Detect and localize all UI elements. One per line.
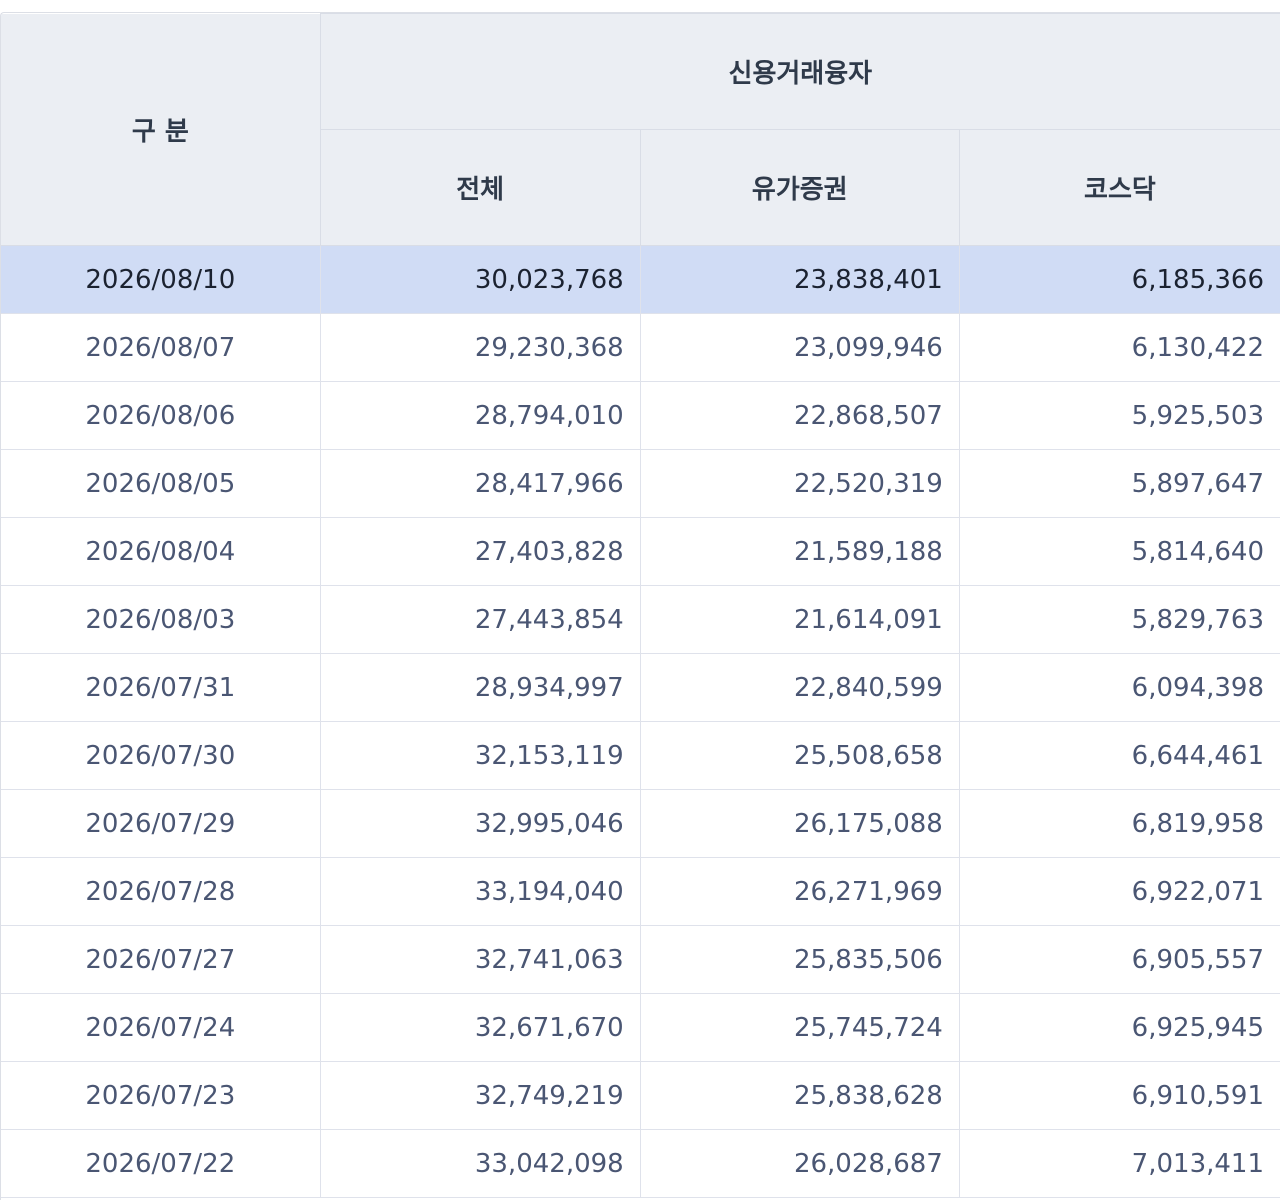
- kospi-cell: 21,614,091: [639, 585, 960, 654]
- kosdaq-cell: 5,814,640: [958, 517, 1280, 586]
- table-row[interactable]: 2026/07/27 32,741,063 25,835,506 6,905,557: [1, 925, 1280, 994]
- date-cell: 2026/08/10: [1, 245, 321, 314]
- table-body: 2026/08/10 30,023,768 23,838,401 6,185,366 2…: [1, 245, 1280, 1198]
- date-cell: 2026/07/23: [1, 1061, 321, 1130]
- column-header-total: 전체: [319, 129, 641, 246]
- total-cell: 32,741,063: [319, 925, 641, 994]
- kospi-cell: 26,175,088: [639, 789, 960, 858]
- date-cell: 2026/07/31: [1, 653, 321, 722]
- total-cell: 33,194,040: [319, 857, 641, 926]
- table-row[interactable]: 2026/07/31 28,934,997 22,840,599 6,094,398: [1, 653, 1280, 722]
- kosdaq-cell: 6,910,591: [958, 1061, 1280, 1130]
- table-row[interactable]: 2026/07/23 32,749,219 25,838,628 6,910,591: [1, 1061, 1280, 1130]
- kospi-cell: 26,271,969: [639, 857, 960, 926]
- kospi-cell: 25,838,628: [639, 1061, 960, 1130]
- column-header-kospi: 유가증권: [639, 129, 960, 246]
- kospi-cell: 22,520,319: [639, 449, 960, 518]
- table-header: 구 분 신용거래융자 전체 유가증권 코스닥: [1, 13, 1280, 246]
- kospi-cell: 23,099,946: [639, 313, 960, 382]
- table-row[interactable]: 2026/08/10 30,023,768 23,838,401 6,185,366: [1, 245, 1280, 314]
- kosdaq-cell: 5,829,763: [958, 585, 1280, 654]
- row-label-header: 구 분: [1, 13, 321, 246]
- kospi-cell: 25,745,724: [639, 993, 960, 1062]
- table-row[interactable]: 2026/08/05 28,417,966 22,520,319 5,897,647: [1, 449, 1280, 518]
- credit-loan-group-header: 신용거래융자: [319, 13, 1280, 130]
- date-cell: 2026/07/30: [1, 721, 321, 790]
- date-cell: 2026/07/29: [1, 789, 321, 858]
- total-cell: 32,749,219: [319, 1061, 641, 1130]
- kosdaq-cell: 6,905,557: [958, 925, 1280, 994]
- total-cell: 33,042,098: [319, 1129, 641, 1198]
- table-row[interactable]: 2026/08/04 27,403,828 21,589,188 5,814,640: [1, 517, 1280, 586]
- date-cell: 2026/07/22: [1, 1129, 321, 1198]
- column-header-kosdaq: 코스닥: [958, 129, 1280, 246]
- table-row[interactable]: 2026/07/22 33,042,098 26,028,687 7,013,411: [1, 1129, 1280, 1198]
- date-cell: 2026/08/06: [1, 381, 321, 450]
- total-cell: 30,023,768: [319, 245, 641, 314]
- kospi-cell: 26,028,687: [639, 1129, 960, 1198]
- kospi-cell: 22,868,507: [639, 381, 960, 450]
- table-row[interactable]: 2026/08/03 27,443,854 21,614,091 5,829,763: [1, 585, 1280, 654]
- kosdaq-cell: 6,644,461: [958, 721, 1280, 790]
- table-row[interactable]: 2026/08/07 29,230,368 23,099,946 6,130,422: [1, 313, 1280, 382]
- kosdaq-cell: 6,922,071: [958, 857, 1280, 926]
- table-row[interactable]: 2026/07/24 32,671,670 25,745,724 6,925,945: [1, 993, 1280, 1062]
- table-row[interactable]: 2026/07/28 33,194,040 26,271,969 6,922,071: [1, 857, 1280, 926]
- date-cell: 2026/08/04: [1, 517, 321, 586]
- kospi-cell: 22,840,599: [639, 653, 960, 722]
- credit-loan-table: 구 분 신용거래융자 전체 유가증권 코스닥 2026/08/10 30,023,…: [1, 13, 1280, 1198]
- credit-loan-table-container: 구 분 신용거래융자 전체 유가증권 코스닥 2026/08/10 30,023,…: [0, 12, 1280, 1200]
- kosdaq-cell: 6,185,366: [958, 245, 1280, 314]
- date-cell: 2026/08/05: [1, 449, 321, 518]
- table-row[interactable]: 2026/07/29 32,995,046 26,175,088 6,819,958: [1, 789, 1280, 858]
- kosdaq-cell: 5,897,647: [958, 449, 1280, 518]
- date-cell: 2026/08/07: [1, 313, 321, 382]
- kosdaq-cell: 6,130,422: [958, 313, 1280, 382]
- date-cell: 2026/08/03: [1, 585, 321, 654]
- total-cell: 27,403,828: [319, 517, 641, 586]
- total-cell: 32,153,119: [319, 721, 641, 790]
- kospi-cell: 25,835,506: [639, 925, 960, 994]
- total-cell: 29,230,368: [319, 313, 641, 382]
- kospi-cell: 25,508,658: [639, 721, 960, 790]
- date-cell: 2026/07/27: [1, 925, 321, 994]
- kosdaq-cell: 5,925,503: [958, 381, 1280, 450]
- kosdaq-cell: 6,094,398: [958, 653, 1280, 722]
- kospi-cell: 23,838,401: [639, 245, 960, 314]
- kosdaq-cell: 6,819,958: [958, 789, 1280, 858]
- total-cell: 32,671,670: [319, 993, 641, 1062]
- total-cell: 28,417,966: [319, 449, 641, 518]
- table-row[interactable]: 2026/08/06 28,794,010 22,868,507 5,925,503: [1, 381, 1280, 450]
- kospi-cell: 21,589,188: [639, 517, 960, 586]
- total-cell: 27,443,854: [319, 585, 641, 654]
- kosdaq-cell: 6,925,945: [958, 993, 1280, 1062]
- total-cell: 28,794,010: [319, 381, 641, 450]
- kosdaq-cell: 7,013,411: [958, 1129, 1280, 1198]
- date-cell: 2026/07/24: [1, 993, 321, 1062]
- date-cell: 2026/07/28: [1, 857, 321, 926]
- total-cell: 32,995,046: [319, 789, 641, 858]
- total-cell: 28,934,997: [319, 653, 641, 722]
- table-row[interactable]: 2026/07/30 32,153,119 25,508,658 6,644,461: [1, 721, 1280, 790]
